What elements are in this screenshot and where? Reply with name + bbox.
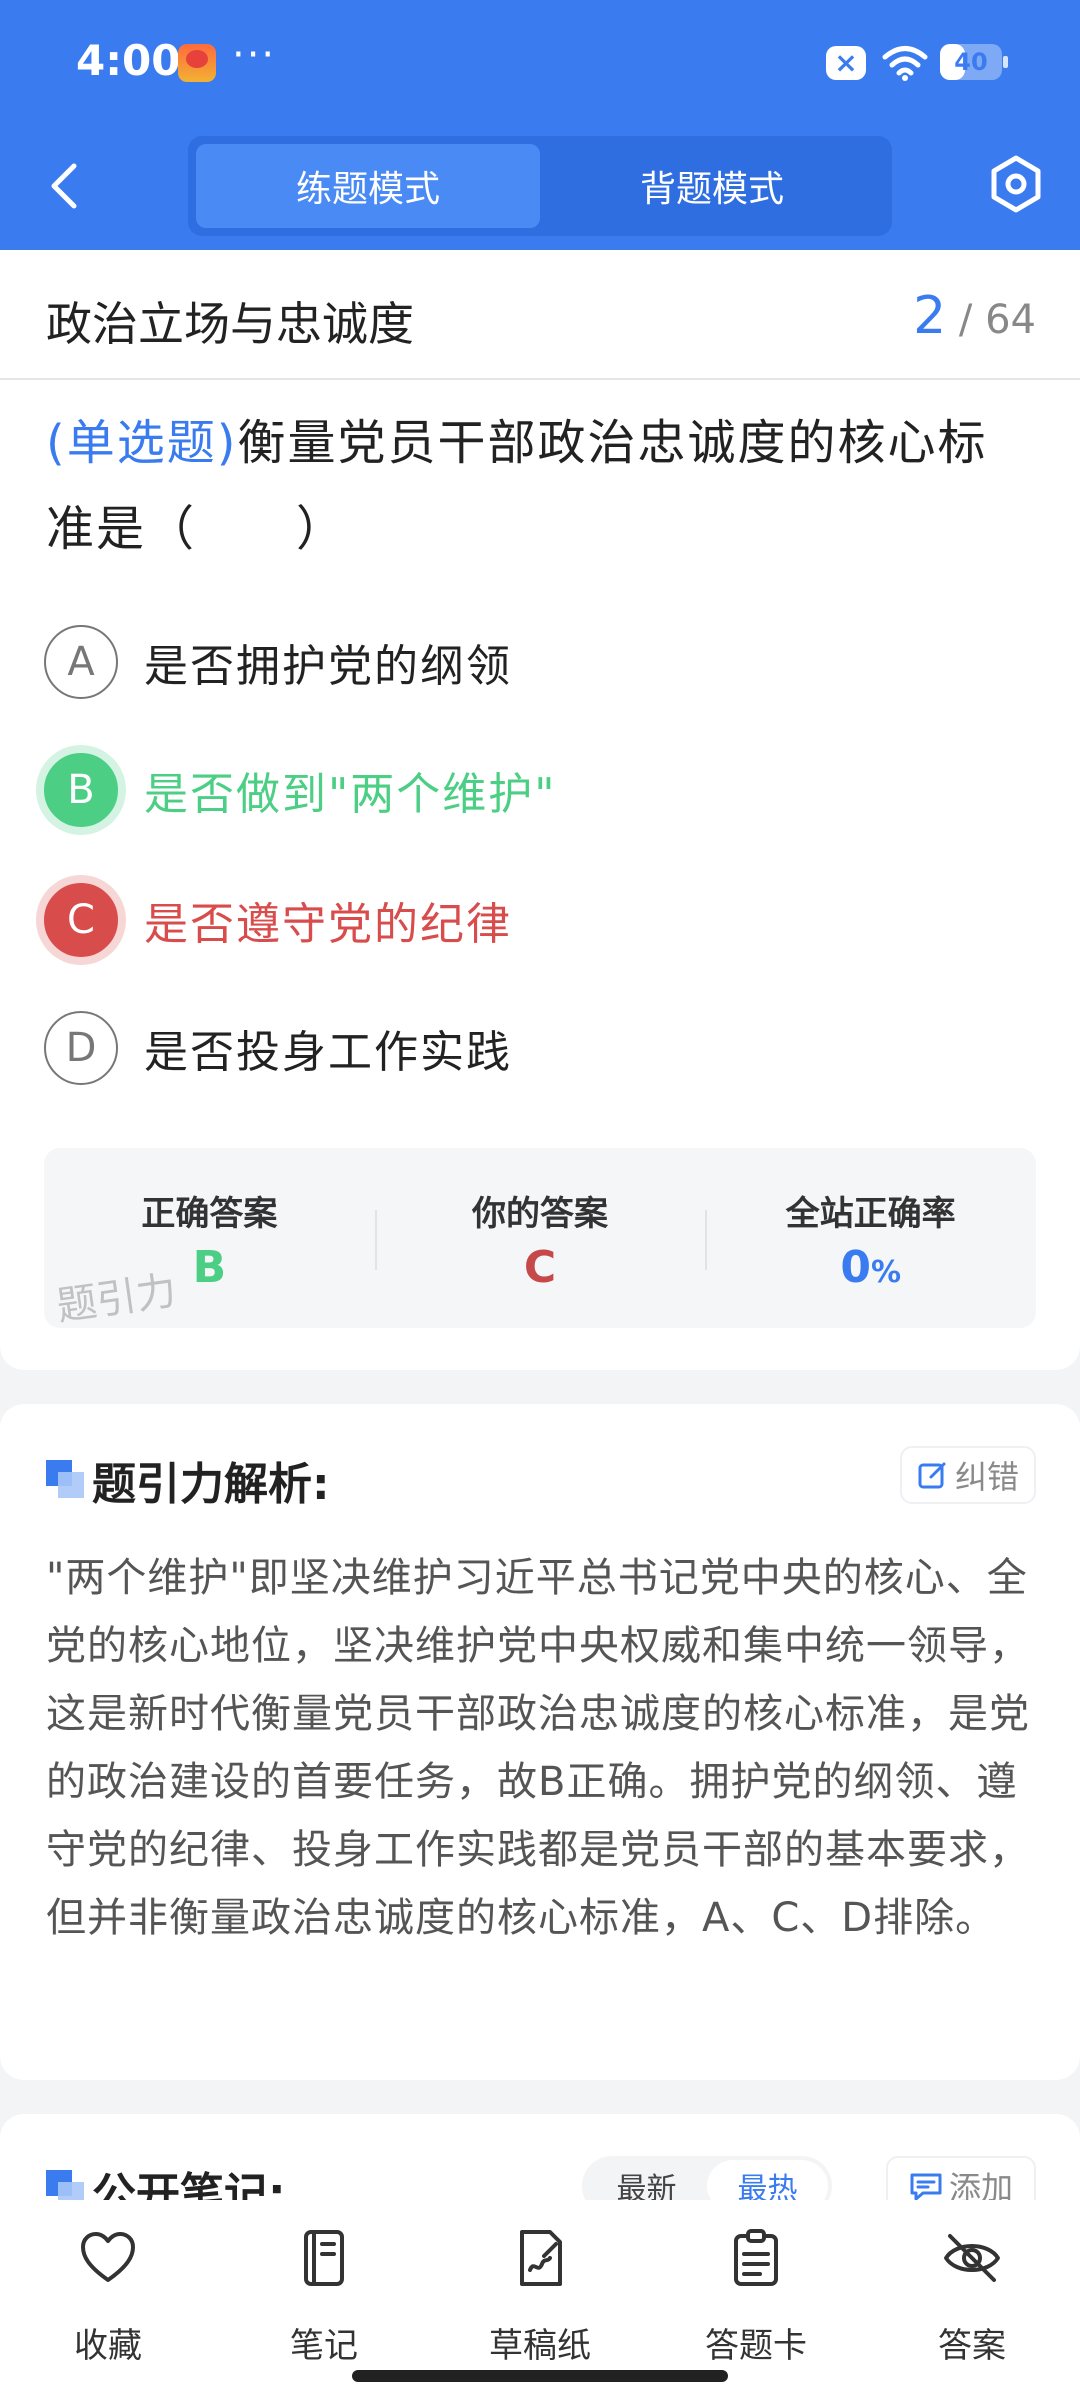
your-answer-label: 你的答案: [472, 1194, 608, 1234]
option-a[interactable]: A 是否拥护党的纲领: [44, 622, 512, 702]
status-time: 4:00: [76, 36, 181, 85]
option-d-letter: D: [44, 1011, 118, 1085]
settings-hexagon-icon[interactable]: [988, 154, 1044, 214]
note-add-icon: [910, 2173, 942, 2201]
option-d[interactable]: D 是否投身工作实践: [44, 1008, 512, 1088]
more-notifications-icon: ···: [232, 32, 277, 78]
top-bar: 4:00 ··· × 40 练题模式 背题模式: [0, 0, 1080, 250]
question-type: (单选题): [46, 415, 238, 471]
option-c[interactable]: C 是否遵守党的纪律: [44, 880, 512, 960]
section-title: 政治立场与忠诚度: [46, 297, 414, 351]
accuracy-value: 0%: [705, 1242, 1036, 1293]
mode-switch: 练题模式 背题模式: [188, 136, 892, 236]
analysis-text: "两个维护"即坚决维护习近平总书记党中央的核心、全党的核心地位，坚决维护党中央权…: [46, 1555, 1030, 1941]
report-error-label: 纠错: [954, 1458, 1019, 1496]
correct-answer-label: 正确答案: [141, 1194, 278, 1234]
eye-off-icon: [944, 2234, 1000, 2282]
nav-answer-label: 答案: [938, 2326, 1006, 2366]
nav-answer[interactable]: 答案: [864, 2200, 1080, 2400]
option-b[interactable]: B 是否做到"两个维护": [44, 750, 556, 830]
option-c-text: 是否遵守党的纪律: [144, 899, 512, 950]
analysis-title: 题引力解析:: [92, 1459, 330, 1510]
draft-icon: [520, 2230, 562, 2286]
your-answer-value: C: [523, 1242, 557, 1293]
tab-memorize-mode[interactable]: 背题模式: [540, 144, 884, 228]
accuracy-label: 全站正确率: [785, 1194, 956, 1234]
analysis-card: 题引力解析: 纠错 "两个维护"即坚决维护习近平总书记党中央的核心、全党的核心地…: [0, 1404, 1080, 2080]
battery-level: 40: [954, 48, 988, 76]
option-b-letter: B: [44, 753, 118, 827]
answer-summary: 正确答案 B 题引力 你的答案 C 全站正确率 0%: [44, 1148, 1036, 1330]
counter-separator: /: [958, 297, 973, 343]
clipboard-icon: [734, 2229, 778, 2286]
question-counter: 2 / 64: [913, 286, 1036, 346]
report-error-button[interactable]: 纠错: [900, 1446, 1036, 1504]
section-squares-icon: [46, 1460, 84, 1498]
edit-icon: [918, 1462, 946, 1489]
heart-icon: [81, 2232, 135, 2282]
nav-notes-label: 笔记: [290, 2326, 358, 2366]
nav-draft-label: 草稿纸: [489, 2326, 591, 2366]
total-question-number: 64: [985, 297, 1036, 343]
battery-icon: 40: [940, 44, 1008, 80]
question-card: 政治立场与忠诚度 2 / 64 (单选题)衡量党员干部政治忠诚度的核心标准是（ …: [0, 250, 1080, 1370]
tab-practice-mode[interactable]: 练题模式: [196, 144, 540, 228]
notebook-icon: [304, 2230, 344, 2286]
section-header: 政治立场与忠诚度 2 / 64: [0, 250, 1080, 380]
correct-answer-column: 正确答案 B 题引力: [44, 1148, 375, 1330]
app-notification-icon: [178, 44, 216, 82]
nav-favorite[interactable]: 收藏: [0, 2200, 216, 2400]
nav-favorite-label: 收藏: [74, 2326, 142, 2366]
option-c-letter: C: [44, 883, 118, 957]
option-b-text: 是否做到"两个维护": [144, 769, 557, 820]
accuracy-column: 全站正确率 0%: [705, 1148, 1036, 1328]
nav-answer-sheet-label: 答题卡: [705, 2326, 807, 2366]
accuracy-number: 0: [840, 1242, 871, 1293]
option-a-letter: A: [44, 625, 118, 699]
option-a-text: 是否拥护党的纲领: [144, 641, 512, 692]
home-indicator[interactable]: [352, 2370, 728, 2382]
your-answer-column: 你的答案 C: [374, 1148, 706, 1328]
back-arrow-icon[interactable]: [40, 158, 88, 214]
close-notification-icon: ×: [826, 46, 866, 80]
question-text: (单选题)衡量党员干部政治忠诚度的核心标准是（ ）: [46, 400, 1036, 572]
option-d-text: 是否投身工作实践: [144, 1027, 512, 1078]
status-bar: 4:00 ··· × 40: [0, 0, 1080, 125]
accuracy-unit: %: [870, 1255, 902, 1290]
wifi-icon: [882, 46, 928, 81]
current-question-number: 2: [913, 286, 947, 346]
